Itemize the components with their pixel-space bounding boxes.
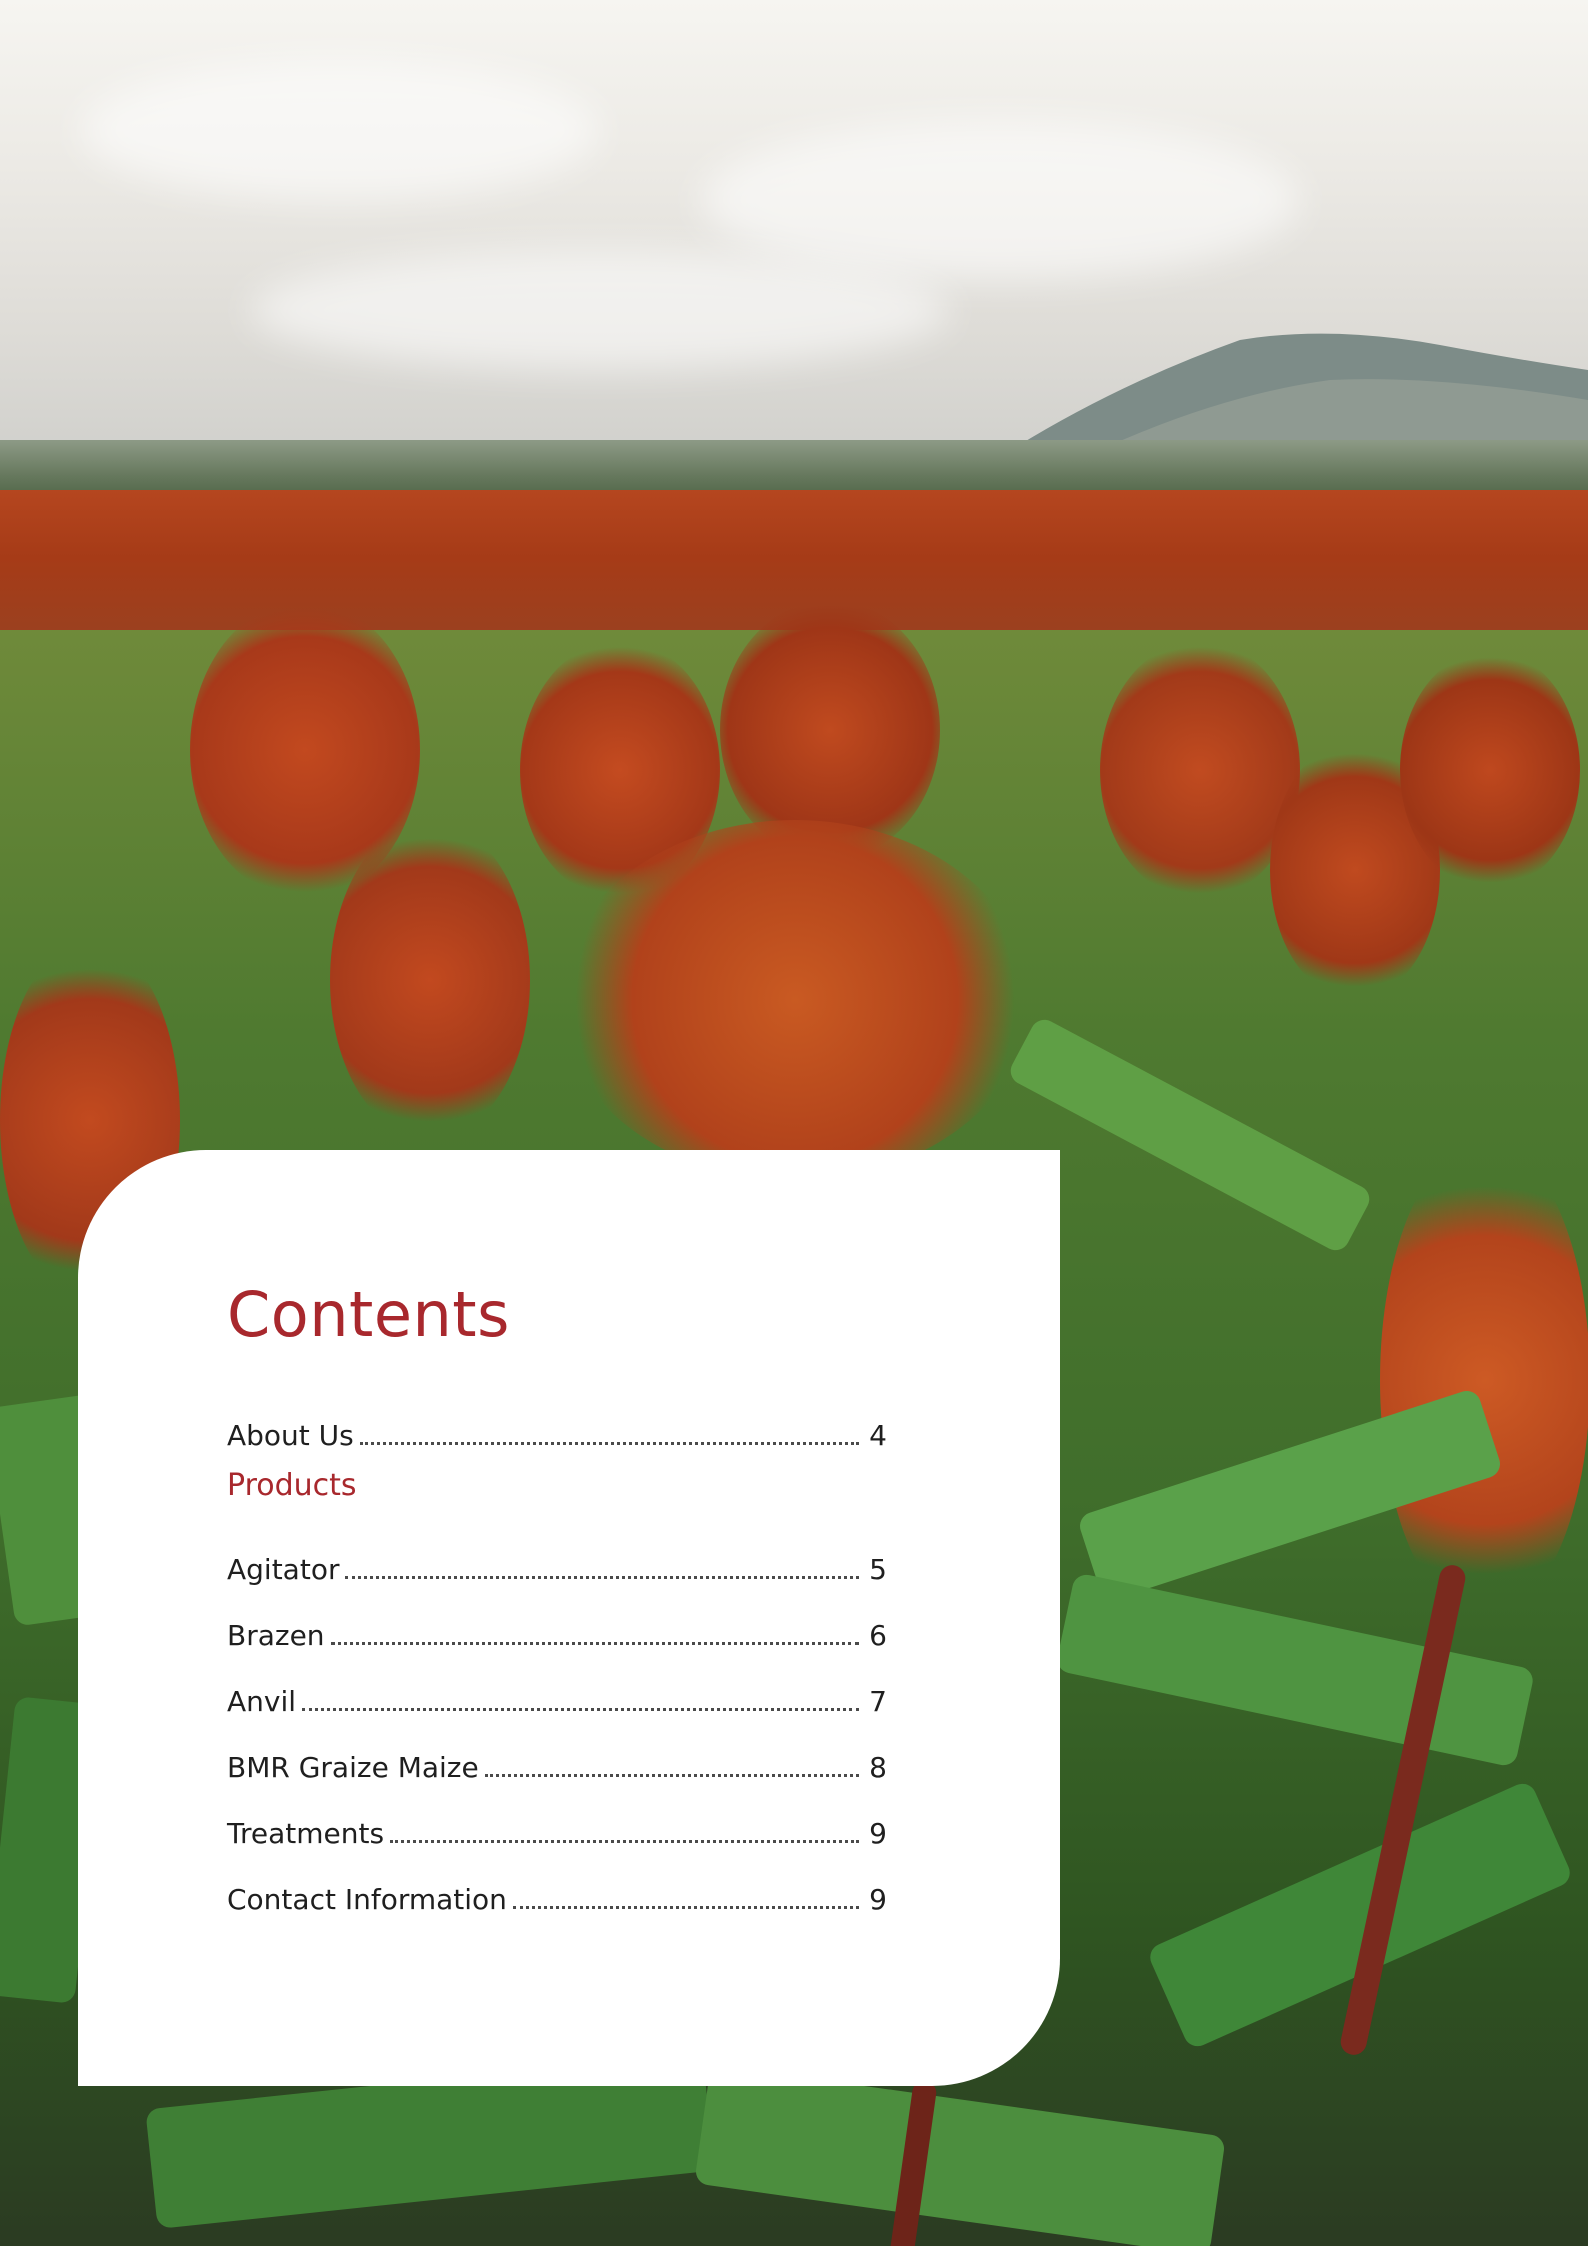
cloud: [80, 60, 600, 200]
toc-page-number: 4: [869, 1419, 887, 1452]
toc-page-number: 7: [869, 1685, 887, 1718]
dot-leader: [359, 1442, 859, 1445]
toc-page-number: 8: [869, 1751, 887, 1784]
dot-leader: [390, 1840, 859, 1843]
toc-entry-agitator[interactable]: Agitator 5: [227, 1542, 887, 1586]
toc-entry-treatments[interactable]: Treatments 9: [227, 1806, 887, 1850]
dot-leader: [345, 1576, 859, 1579]
toc-label: Brazen: [227, 1619, 325, 1652]
toc-label: BMR Graize Maize: [227, 1751, 479, 1784]
toc-entry-bmr-graize-maize[interactable]: BMR Graize Maize 8: [227, 1740, 887, 1784]
dot-leader: [302, 1708, 859, 1711]
section-heading-products: Products: [227, 1468, 357, 1503]
dot-leader: [330, 1642, 859, 1645]
dot-leader: [512, 1906, 859, 1909]
toc-page-number: 6: [869, 1619, 887, 1652]
seed-head: [720, 600, 940, 860]
cloud: [700, 120, 1300, 280]
toc-entry-anvil[interactable]: Anvil 7: [227, 1674, 887, 1718]
toc-label: Anvil: [227, 1685, 297, 1718]
contents-card: Contents About Us 4 Products Agitator 5 …: [78, 1150, 1060, 2086]
toc-entry-about-us[interactable]: About Us 4: [227, 1408, 887, 1452]
contents-title: Contents: [227, 1278, 510, 1351]
seed-head: [1380, 1140, 1588, 1620]
toc-page-number: 9: [869, 1817, 887, 1850]
toc-entry-contact-information[interactable]: Contact Information 9: [227, 1872, 887, 1916]
toc-page-number: 9: [869, 1883, 887, 1916]
toc-label: About Us: [227, 1419, 354, 1452]
toc-label: Treatments: [227, 1817, 385, 1850]
toc-label: Contact Information: [227, 1883, 507, 1916]
seed-head: [1400, 650, 1580, 890]
toc-page-number: 5: [869, 1553, 887, 1586]
seed-head: [560, 820, 1030, 1180]
seed-head: [330, 820, 530, 1140]
toc-label: Agitator: [227, 1553, 340, 1586]
dot-leader: [484, 1774, 859, 1777]
toc-entry-brazen[interactable]: Brazen 6: [227, 1608, 887, 1652]
